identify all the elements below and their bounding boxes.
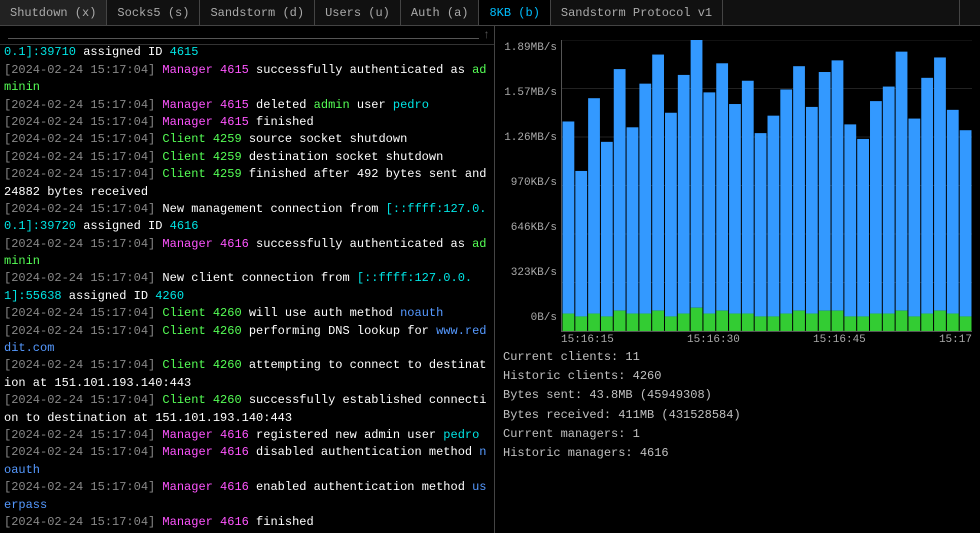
tab-shutdown-label: Shutdown (x) (10, 6, 96, 20)
y-axis-label: 1.89MB/s (504, 42, 557, 54)
stat-value: 11 (625, 350, 639, 364)
log-line: [2024-02-24 15:17:04] Manager 4615 delet… (4, 97, 490, 114)
tab-users[interactable]: Users (u) (315, 0, 401, 25)
stat-line: Current managers: 1 (503, 425, 972, 444)
logs-panel: ↑ [2024-02-24 15:17:04] New management c… (0, 26, 495, 533)
tab-bar: Shutdown (x) Socks5 (s) Sandstorm (d) Us… (0, 0, 980, 26)
log-line: [2024-02-24 15:17:04] Client 4260 succes… (4, 392, 490, 427)
y-axis-label: 970KB/s (511, 177, 557, 189)
stat-value: 1 (633, 427, 640, 441)
stat-line: Bytes received: 411MB (431528584) (503, 406, 972, 425)
stat-value: 411MB (431528584) (618, 408, 740, 422)
right-panel: 1.89MB/s 1.57MB/s 1.26MB/s 970KB/s 646KB/s 32… (495, 26, 980, 533)
stats-section: Current clients: 11Historic clients: 426… (503, 348, 972, 463)
tab-sandstorm-proto[interactable]: Sandstorm Protocol v1 (551, 0, 723, 25)
y-axis-label: 1.26MB/s (504, 132, 557, 144)
log-line: [2024-02-24 15:17:04] Manager 4615 finis… (4, 114, 490, 131)
graph-area: 1.89MB/s 1.57MB/s 1.26MB/s 970KB/s 646KB/s 32… (503, 40, 972, 340)
chart-svg (562, 40, 972, 331)
stat-line: Historic clients: 4260 (503, 367, 972, 386)
logs-scroll-indicator: ↑ (483, 28, 490, 42)
x-axis-label: 15:16:30 (687, 334, 740, 346)
logs-header: ↑ (0, 26, 494, 45)
x-axis-label: 15:16:15 (561, 334, 614, 346)
log-line: [2024-02-24 15:17:04] New management con… (4, 45, 490, 62)
logs-content[interactable]: [2024-02-24 15:17:04] New management con… (0, 45, 494, 533)
log-line: [2024-02-24 15:17:04] Manager 4616 finis… (4, 514, 490, 531)
chart-container (561, 40, 972, 332)
y-axis: 1.89MB/s 1.57MB/s 1.26MB/s 970KB/s 646KB/s 32… (503, 40, 561, 340)
tab-sandstorm-proto-label: Sandstorm Protocol v1 (561, 6, 712, 20)
y-axis-label: 0B/s (531, 312, 557, 324)
stat-value: 4616 (640, 446, 669, 460)
stat-line: Current clients: 11 (503, 348, 972, 367)
x-axis-label: 15:16:45 (813, 334, 866, 346)
x-axis-label: 15:17 (939, 334, 972, 346)
tab-sandstorm-label: Sandstorm (d) (210, 6, 304, 20)
log-line: [2024-02-24 15:17:04] Client 4260 will u… (4, 305, 490, 322)
stat-label: Historic clients: (503, 369, 633, 383)
stat-label: Current clients: (503, 350, 625, 364)
latency-display (960, 0, 980, 25)
stat-label: Current managers: (503, 427, 633, 441)
log-line: [2024-02-24 15:17:04] Client 4260 perfor… (4, 323, 490, 358)
tab-sandstorm[interactable]: Sandstorm (d) (200, 0, 315, 25)
log-line: [2024-02-24 15:17:04] New management con… (4, 201, 490, 236)
log-line: [2024-02-24 15:17:04] Manager 4616 enabl… (4, 479, 490, 514)
stat-label: Bytes sent: (503, 388, 589, 402)
stat-value: 4260 (633, 369, 662, 383)
stat-label: Historic managers: (503, 446, 640, 460)
stat-line: Bytes sent: 43.8MB (45949308) (503, 386, 972, 405)
log-line: [2024-02-24 15:17:04] Manager 4616 regis… (4, 427, 490, 444)
stat-label: Bytes received: (503, 408, 618, 422)
log-line: [2024-02-24 15:17:04] Client 4259 source… (4, 131, 490, 148)
main-content: ↑ [2024-02-24 15:17:04] New management c… (0, 26, 980, 533)
tab-socks5-label: Socks5 (s) (117, 6, 189, 20)
tab-shutdown[interactable]: Shutdown (x) (0, 0, 107, 25)
tab-socks5[interactable]: Socks5 (s) (107, 0, 200, 25)
tab-8kb[interactable]: 8KB (b) (479, 0, 550, 25)
log-line: [2024-02-24 15:17:04] Manager 4615 succe… (4, 62, 490, 97)
stat-value: 43.8MB (45949308) (589, 388, 711, 402)
log-line: [2024-02-24 15:17:04] New client connect… (4, 270, 490, 305)
log-line: [2024-02-24 15:17:04] Client 4259 finish… (4, 166, 490, 201)
log-line: [2024-02-24 15:17:04] Client 4260 attemp… (4, 357, 490, 392)
tab-auth-label: Auth (a) (411, 6, 469, 20)
y-axis-label: 646KB/s (511, 222, 557, 234)
tab-auth[interactable]: Auth (a) (401, 0, 480, 25)
logs-header-line (8, 38, 479, 39)
y-axis-label: 323KB/s (511, 267, 557, 279)
tab-spacer (723, 0, 960, 25)
stat-line: Historic managers: 4616 (503, 444, 972, 463)
x-axis-labels: 15:16:15 15:16:30 15:16:45 15:17 (561, 334, 972, 346)
log-line: [2024-02-24 15:17:04] Manager 4616 disab… (4, 444, 490, 479)
tab-8kb-label: 8KB (b) (489, 6, 539, 20)
tab-users-label: Users (u) (325, 6, 390, 20)
y-axis-label: 1.57MB/s (504, 87, 557, 99)
log-line: [2024-02-24 15:17:04] Manager 4616 succe… (4, 236, 490, 271)
log-line: [2024-02-24 15:17:04] Client 4259 destin… (4, 149, 490, 166)
